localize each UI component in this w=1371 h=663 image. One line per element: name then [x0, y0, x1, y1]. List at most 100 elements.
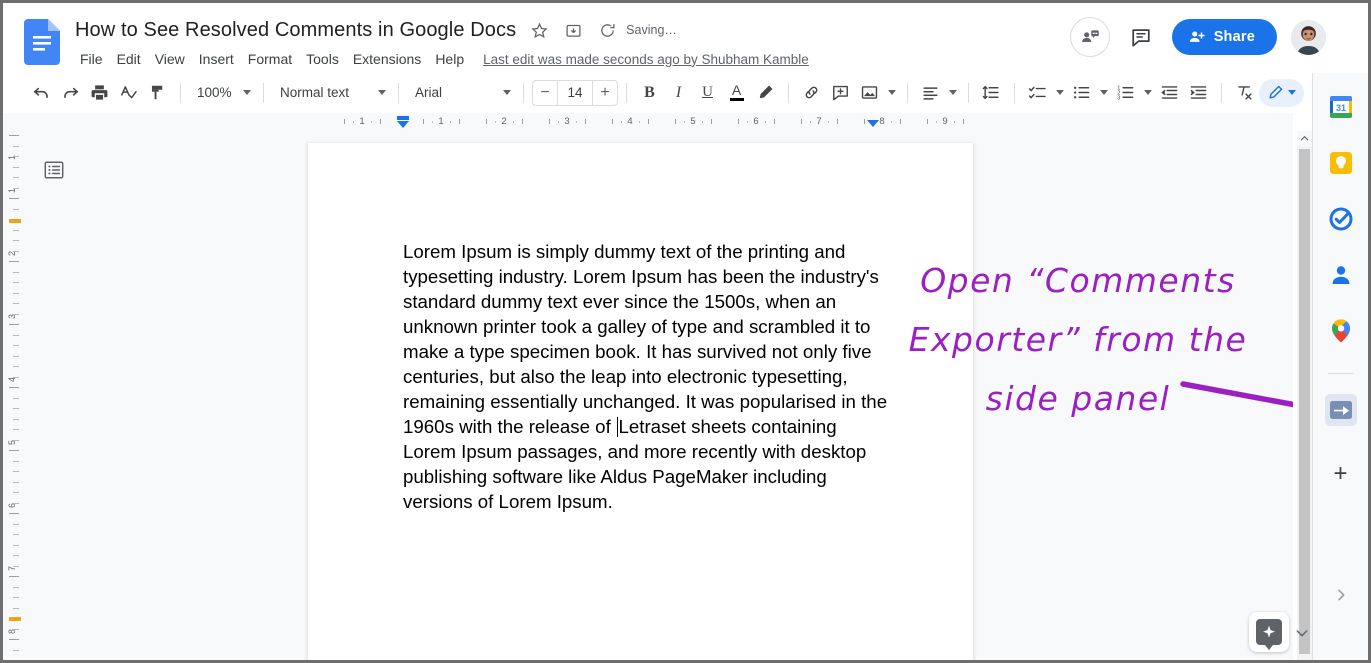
menu-edit[interactable]: Edit: [110, 48, 148, 70]
scroll-up-chevron-icon[interactable]: [1297, 131, 1312, 146]
increase-indent-icon[interactable]: [1184, 79, 1213, 107]
comment-history-icon[interactable]: [1124, 20, 1158, 54]
bulleted-list-icon[interactable]: [1067, 79, 1096, 107]
sidebar-item-contacts[interactable]: [1325, 259, 1357, 291]
numbered-list-chevron-down-icon[interactable]: [1140, 79, 1155, 107]
font-size-stepper: − 14 +: [532, 79, 618, 106]
move-to-folder-icon[interactable]: [560, 17, 586, 43]
font-size-increase-button[interactable]: +: [593, 81, 617, 105]
explore-button[interactable]: [1249, 612, 1289, 652]
menu-tools[interactable]: Tools: [299, 48, 346, 70]
right-indent-marker[interactable]: [867, 120, 879, 127]
underline-button[interactable]: U: [693, 79, 722, 107]
editing-mode-chevron-down-icon: [1288, 90, 1296, 95]
left-indent-marker[interactable]: [397, 121, 409, 128]
vertical-ruler-tick: [13, 408, 19, 409]
menu-format[interactable]: Format: [241, 48, 299, 70]
vertical-ruler-tick: [13, 187, 19, 189]
ruler-number: 8: [879, 116, 885, 127]
bold-button[interactable]: B: [635, 79, 664, 107]
editing-mode-button[interactable]: [1259, 78, 1304, 107]
font-size-input[interactable]: 14: [557, 80, 593, 105]
text-color-button[interactable]: A: [722, 79, 751, 107]
saving-spinner-icon: [594, 17, 620, 43]
paragraph-style-dropdown[interactable]: Normal text: [272, 79, 390, 107]
clear-formatting-icon[interactable]: [1230, 79, 1259, 107]
numbered-list-icon[interactable]: 1 2 3: [1111, 79, 1140, 107]
sidebar-item-calendar[interactable]: 31: [1325, 91, 1357, 123]
sidebar-item-keep[interactable]: [1325, 147, 1357, 179]
insert-image-icon[interactable]: [855, 79, 884, 107]
ruler-tick: [774, 119, 775, 124]
vertical-ruler-tick: [13, 366, 19, 367]
vertical-ruler-tick: [13, 250, 19, 252]
scrollbar-thumb[interactable]: [1299, 149, 1310, 654]
title-row: How to See Resolved Comments in Google D…: [73, 15, 809, 45]
paragraph-style-value: Normal text: [280, 85, 350, 100]
line-spacing-icon[interactable]: [977, 79, 1006, 107]
insert-image-chevron-down-icon[interactable]: [884, 79, 899, 107]
share-button[interactable]: Share: [1171, 19, 1277, 55]
ruler-tick: [459, 119, 460, 124]
undo-icon[interactable]: [27, 79, 56, 107]
menu-file[interactable]: File: [73, 48, 110, 70]
menu-view[interactable]: View: [148, 48, 192, 70]
print-icon[interactable]: [85, 79, 114, 107]
bulleted-list-chevron-down-icon[interactable]: [1096, 79, 1111, 107]
add-comment-icon[interactable]: [826, 79, 855, 107]
ruler-number: 5: [690, 116, 696, 127]
highlight-pen-icon[interactable]: [751, 79, 780, 107]
horizontal-ruler[interactable]: 1 1 2 3 4 5 6 7 8 9: [3, 113, 1293, 131]
vertical-ruler-tick: [13, 471, 19, 472]
menu-insert[interactable]: Insert: [192, 48, 241, 70]
document-outline-icon[interactable]: [39, 155, 69, 185]
insert-link-icon[interactable]: [797, 79, 826, 107]
sidebar-item-comments-exporter[interactable]: [1324, 394, 1357, 426]
sidebar-item-tasks[interactable]: [1325, 203, 1357, 235]
menu-help[interactable]: Help: [428, 48, 471, 70]
document-canvas: Lorem Ipsum is simply dummy text of the …: [21, 131, 1293, 660]
side-panel: 31 +: [1312, 73, 1368, 660]
sidebar-item-maps[interactable]: [1325, 315, 1357, 347]
checklist-chevron-down-icon[interactable]: [1052, 79, 1067, 107]
present-meet-icon[interactable]: [1069, 17, 1110, 57]
document-body-text[interactable]: Lorem Ipsum is simply dummy text of the …: [403, 239, 888, 514]
vertical-ruler-tick: [13, 492, 19, 493]
share-label: Share: [1213, 29, 1255, 45]
bold-label: B: [644, 83, 655, 101]
collapse-chevron-down-icon[interactable]: [1294, 625, 1310, 646]
align-chevron-down-icon[interactable]: [945, 79, 960, 107]
page-title[interactable]: How to See Resolved Comments in Google D…: [73, 19, 518, 42]
google-docs-window: How to See Resolved Comments in Google D…: [0, 0, 1371, 663]
font-size-decrease-button[interactable]: −: [533, 81, 557, 105]
formatting-toolbar: 100% Normal text Arial − 14 + B I U A 1 …: [3, 73, 1341, 113]
zoom-dropdown[interactable]: 100%: [189, 79, 255, 107]
font-family-dropdown[interactable]: Arial: [407, 79, 515, 107]
document-page[interactable]: Lorem Ipsum is simply dummy text of the …: [308, 143, 973, 660]
vertical-scrollbar[interactable]: [1297, 131, 1312, 660]
google-docs-logo[interactable]: [24, 19, 60, 65]
vertical-ruler-tick: [13, 313, 19, 315]
first-line-indent-marker[interactable]: [397, 116, 409, 120]
menu-extensions[interactable]: Extensions: [346, 48, 428, 70]
vertical-ruler-tick: [9, 198, 19, 199]
ruler-tick-minor: [891, 121, 892, 123]
vertical-ruler-tick: [13, 429, 19, 430]
avatar[interactable]: [1291, 19, 1326, 55]
star-icon[interactable]: [526, 17, 552, 43]
paint-format-icon[interactable]: [143, 79, 172, 107]
spellcheck-icon[interactable]: [114, 79, 143, 107]
checklist-icon[interactable]: [1023, 79, 1052, 107]
italic-button[interactable]: I: [664, 79, 693, 107]
align-left-icon[interactable]: [916, 79, 945, 107]
decrease-indent-icon[interactable]: [1155, 79, 1184, 107]
vertical-ruler[interactable]: 112345678: [3, 131, 21, 660]
vertical-ruler-tick: [13, 597, 19, 598]
vertical-margin-marker[interactable]: [9, 219, 21, 223]
ruler-tick: [612, 119, 613, 124]
last-edit-link[interactable]: Last edit was made seconds ago by Shubha…: [483, 52, 809, 67]
get-addons-plus-icon[interactable]: +: [1325, 458, 1357, 490]
redo-icon[interactable]: [56, 79, 85, 107]
hide-sidepanel-chevron-right-icon[interactable]: [1325, 579, 1357, 611]
vertical-margin-marker[interactable]: [9, 617, 21, 621]
